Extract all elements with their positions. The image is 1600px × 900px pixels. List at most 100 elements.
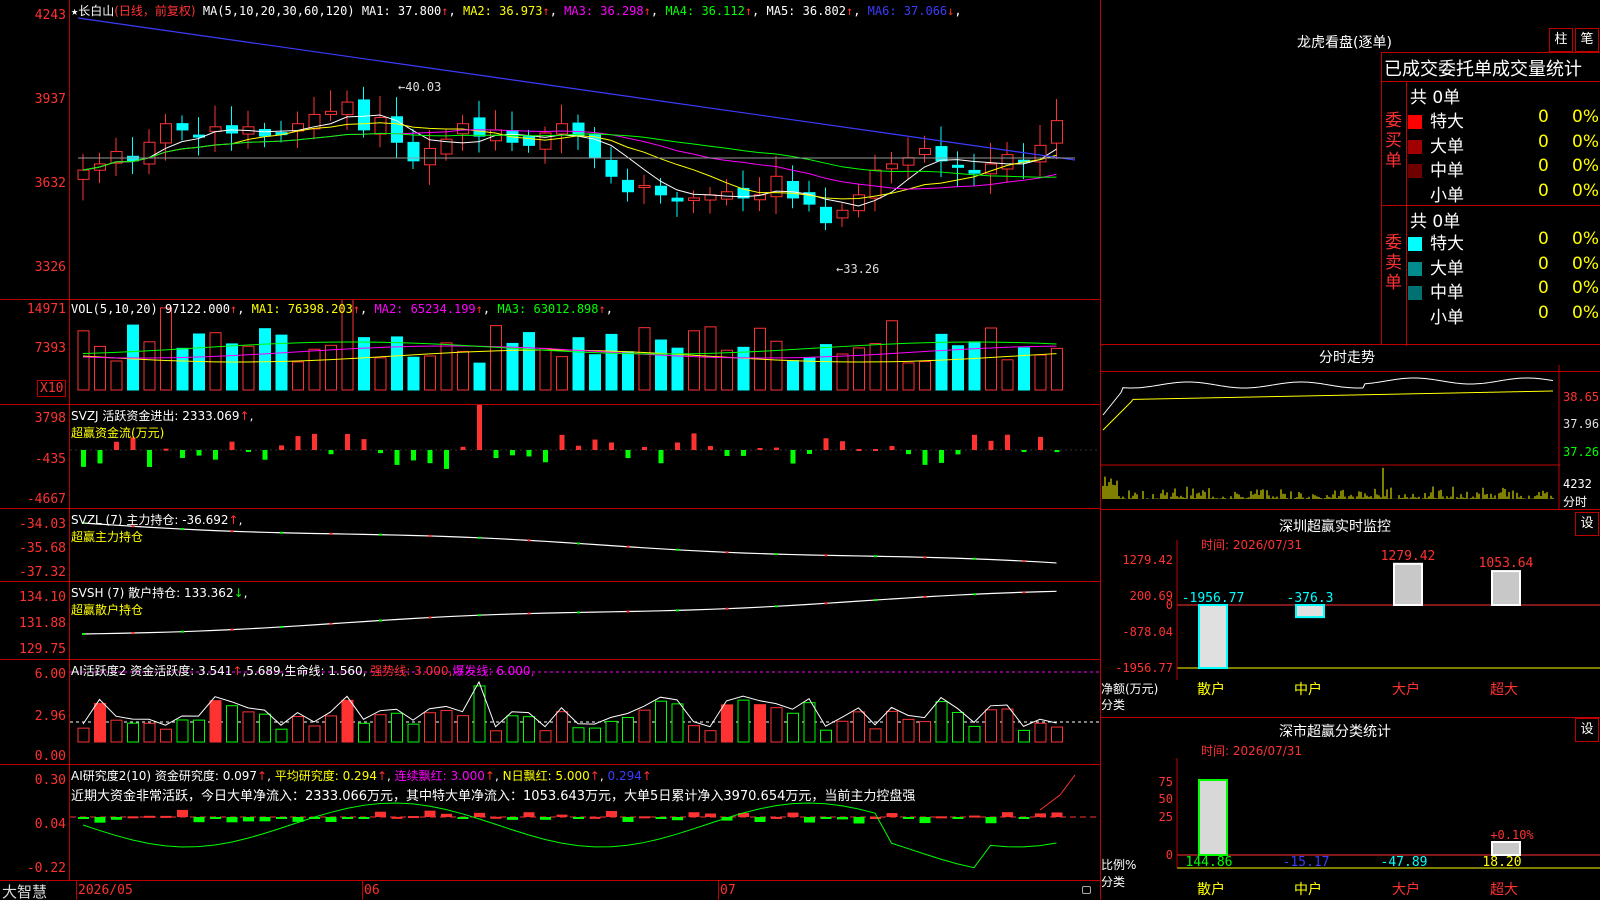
activity-bar [209, 700, 222, 743]
volume-bar [721, 349, 733, 391]
holding-dot [824, 554, 828, 557]
research-bar [985, 817, 997, 824]
activity-bar [341, 699, 354, 743]
order-row: 特大 0 0% [1408, 107, 1600, 132]
flow-bar [378, 450, 383, 454]
research-bar [94, 817, 106, 823]
ma-arrow: ↑ [744, 4, 753, 18]
flow-bar [81, 450, 86, 467]
holding-dot [379, 619, 382, 622]
candle [688, 197, 700, 201]
svsh-title: SVSH (7) 散户持仓: 133.362↓, 超赢散户持仓 [71, 586, 248, 617]
sz-class-panel[interactable]: 深市超赢分类统计 设 时间: 2026/07/31 75 50 25 0 144.86 散… [1101, 718, 1600, 900]
holding-dot [577, 542, 580, 545]
candle [968, 169, 981, 174]
intraday-vol-unit: 分时 [1563, 495, 1588, 509]
kline-panel[interactable]: 4243 3937 3632 3326 ★长白山(日线，前复权) MA(5,10… [0, 0, 1100, 300]
activity-bar [325, 715, 337, 743]
candle [770, 175, 783, 198]
activity-bar [935, 701, 948, 743]
flow-bar [609, 442, 614, 450]
holding-dot [775, 553, 778, 556]
bar-value: -47.89 [1381, 855, 1428, 870]
class-bar [1198, 779, 1228, 856]
y-label: 1279.42 [1122, 553, 1173, 567]
axis-title: 分类 [1101, 875, 1126, 889]
date-axis-bar: 大智慧 2026/05 06 07 [0, 880, 1100, 900]
research-bar [903, 817, 914, 819]
research-bar [474, 812, 485, 817]
holding-dot [428, 534, 432, 537]
activity-bar [754, 704, 766, 743]
volume-panel[interactable]: 14971 7393 X10 VOL(5,10,20) 97122.000↑, … [0, 300, 1100, 405]
volume-bar [985, 327, 997, 391]
flow-bar [444, 450, 449, 469]
flow-bar [856, 449, 862, 452]
activity-bar [226, 705, 238, 743]
ai-active-panel[interactable]: 6.00 2.96 0.00 AI活跃度2 资金活跃度: 3.541↑,5.68… [0, 660, 1100, 765]
candle [952, 164, 964, 168]
holding-dot [923, 556, 927, 559]
kline-title: ★长白山(日线，前复权) MA(5,10,20,30,60,120) MA1: … [71, 2, 962, 19]
order-pct: 0% [1572, 131, 1599, 152]
svzj-panel[interactable]: 3798 -435 -4667 SVZJ 活跃资金进出: 2333.069↑, … [0, 405, 1100, 509]
ai-research-note: 近期大资金非常活跃，今日大单净流入：2333.066万元，其中特大单净流入：10… [71, 789, 916, 804]
volume-bar [1051, 347, 1063, 391]
ma-values: MA1: 37.800↑, MA2: 36.973↑, MA3: 36.298↑… [361, 4, 962, 18]
research-bar [952, 817, 964, 819]
holding-dot [725, 607, 729, 610]
volume-title: VOL(5,10,20) 97122.000↑, MA1: 76398.203↑… [71, 302, 613, 316]
date-label: 2026/05 [78, 883, 133, 898]
ai-active-title: AI活跃度2 资金活跃度: 3.541↑,5.689,生命线: 1.560, 强… [71, 664, 535, 678]
color-swatch-icon [1408, 310, 1422, 325]
bar-mode-button[interactable]: 柱 [1549, 28, 1573, 52]
ai-research-panel[interactable]: 0.30 0.04 -0.22 AI研究度2(10) 资金研究度: 0.097↑… [0, 765, 1100, 880]
holding-dot [626, 545, 630, 548]
flow-bar [493, 450, 499, 459]
order-count: 0 [1538, 229, 1549, 249]
category-label: 大户 [1392, 681, 1420, 698]
flow-bar [658, 450, 664, 464]
y-label: 37.96 [1563, 417, 1600, 431]
flow-bar [262, 450, 268, 460]
date-tick [76, 881, 77, 900]
intraday-panel[interactable]: 分时走势 38.65 37.96 37.26 4232 分时 [1101, 345, 1600, 510]
activity-bar [127, 722, 139, 743]
flow-bar [196, 450, 202, 456]
holding-dot [478, 536, 481, 539]
research-bar [886, 813, 898, 817]
svsh-panel[interactable]: 134.10 131.88 129.75 SVSH (7) 散户持仓: 133.… [0, 582, 1100, 660]
brand-logo: 大智慧 [2, 883, 48, 900]
lock-icon[interactable] [1082, 886, 1091, 894]
holding-dot [329, 622, 333, 625]
activity-bar [556, 711, 568, 743]
order-count: 0 [1538, 131, 1549, 152]
tick-mode-button[interactable]: 笔 [1575, 28, 1599, 52]
candle [160, 123, 172, 144]
kline-chart[interactable] [0, 0, 1100, 300]
volume-bar [424, 355, 436, 391]
candle [869, 169, 882, 199]
order-count: 0 [1538, 278, 1549, 298]
lhb-panel[interactable]: 龙虎看盘(逐单) 柱 笔 已成交委托单成交量统计 委买单 委卖单 共 0单 共 … [1101, 0, 1600, 346]
date-tick [718, 881, 719, 900]
volume-bar [523, 332, 535, 391]
research-line [1039, 774, 1076, 811]
flow-bar [790, 450, 796, 464]
category-label: 中户 [1294, 681, 1322, 698]
activity-bar [721, 704, 733, 743]
flow-bar [757, 447, 763, 450]
volume-bar [440, 342, 453, 391]
sz-monitor-panel[interactable]: 深圳超赢实时监控 设 时间: 2026/07/31 1279.42 200.69 0… [1101, 510, 1600, 718]
activity-bar [358, 722, 370, 743]
holding-dot [923, 595, 927, 598]
flow-bar [295, 436, 301, 450]
date-label: 06 [364, 883, 380, 898]
candle [622, 179, 634, 193]
activity-bar [176, 719, 189, 743]
volume-bar [638, 327, 651, 391]
order-count: 0 [1538, 107, 1549, 127]
activity-bar [886, 710, 898, 743]
intraday-chart[interactable] [1101, 345, 1600, 510]
svzl-panel[interactable]: -34.03 -35.68 -37.32 SVZL (7) 主力持仓: -36.… [0, 509, 1100, 582]
